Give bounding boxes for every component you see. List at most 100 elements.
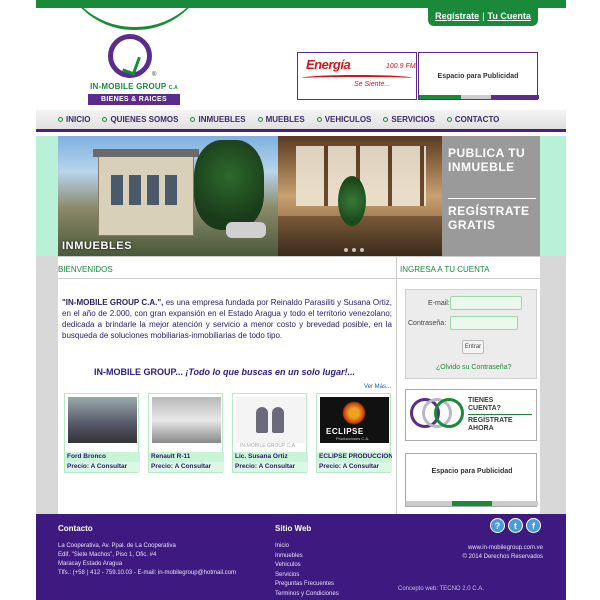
register-banner[interactable]: TIENES CUENTA? REGÍSTRATE AHORA (405, 389, 537, 441)
nav-item-vehiculos[interactable]: VEHICULOS (316, 115, 371, 124)
eclipse-logo-word: ECLIPSE (326, 427, 364, 436)
hero-slider[interactable]: INMUEBLES PUBLICA TU INMUEBLE REGÍSTRATE… (58, 136, 540, 256)
promo-divider (448, 198, 536, 199)
contact-title: Contacto (58, 524, 93, 533)
listing-price: Precio: A Consultar (317, 462, 392, 472)
slider-dot[interactable] (360, 248, 364, 252)
eclipse-logo-sub: Producciones C.A. (336, 436, 370, 441)
contact-address: La Cooperativa, Av. Ppal. de La Cooperat… (58, 543, 236, 576)
nav-item-quienes-somos[interactable]: QUIENES SOMOS (102, 115, 178, 124)
nav-item-servicios[interactable]: SERVICIOS (383, 115, 435, 124)
site-title: Sitio Web (275, 524, 312, 533)
login-button[interactable]: Entrar (462, 340, 484, 354)
register-cta: REGÍSTRATE AHORA (468, 417, 513, 432)
slider-dot[interactable] (352, 248, 356, 252)
password-label: Contraseña: (408, 320, 447, 327)
design-credit[interactable]: Concepto web: TECNO 2.0 C.A. (398, 586, 484, 592)
listing-image: ECLIPSE Producciones C.A. (320, 397, 389, 443)
bullet-icon (316, 117, 322, 122)
hero-side-right (540, 136, 566, 256)
footer-link-faq[interactable]: Preguntas Frecuentes (275, 580, 339, 590)
footer-link-servicios[interactable]: Servicios (275, 571, 339, 581)
side-panel-left (36, 256, 58, 514)
ad-banner-top[interactable]: Espacio para Publicidad (418, 52, 539, 100)
listing-price: Precio: A Consultar (149, 462, 224, 472)
radio-slogan: Se Siente... (354, 81, 391, 88)
footer-link-inmuebles[interactable]: Inmuebles (275, 552, 339, 562)
listing-title: Renault R-11 (149, 452, 224, 462)
radio-banner[interactable]: Energía 100.9 FM Se Siente... (297, 52, 417, 100)
slider-dot[interactable] (344, 248, 348, 252)
login-title: INGRESA A TU CUENTA (400, 265, 490, 274)
nav-item-contacto[interactable]: CONTACTO (446, 115, 499, 124)
site-links: Inicio Inmuebles Vehiculos Servicios Pre… (275, 542, 339, 599)
section-divider (58, 278, 396, 279)
account-link[interactable]: Tu Cuenta (488, 11, 531, 21)
hero-caption: INMUEBLES (62, 240, 133, 252)
listing-image (152, 397, 221, 443)
house-image (93, 149, 199, 236)
listing-title: Lic. Susana Ortiz (233, 452, 308, 462)
nav-item-inmuebles[interactable]: INMUEBLES (190, 115, 246, 124)
ring-icon (434, 398, 464, 428)
footer-site-info: www.in-mobilegroup.com.ve © 2014 Derecho… (438, 544, 543, 562)
email-field[interactable] (450, 296, 522, 310)
logo-registered: ® (152, 72, 157, 78)
login-form: E-mail: Contraseña: Entrar ¿Olvido su Co… (405, 289, 537, 379)
listing-price: Precio: A Consultar (65, 462, 140, 472)
main-nav: INICIO QUIENES SOMOS INMUEBLES MUEBLES V… (36, 110, 566, 132)
tree-image (194, 140, 264, 230)
ad-label: Espacio para Publicidad (431, 468, 513, 475)
listing-card[interactable]: Ford Bronco Precio: A Consultar (64, 393, 140, 473)
footer-link-vehiculos[interactable]: Vehiculos (275, 561, 339, 571)
listing-card[interactable]: Renault R-11 Precio: A Consultar (148, 393, 224, 473)
bullet-icon (383, 117, 389, 122)
bullet-icon (257, 117, 263, 122)
ad-banner-side[interactable]: Espacio para Publicidad (405, 453, 538, 507)
hero-image (58, 136, 442, 256)
footer-link-inicio[interactable]: Inicio (275, 542, 339, 552)
listing-card[interactable]: IN-MOBILE GROUP C.A Lic. Susana Ortiz Pr… (232, 393, 308, 473)
slider-dots (344, 248, 364, 252)
listing-image (68, 397, 137, 443)
logo-tagline: BIENES & RAICES (88, 94, 180, 105)
radio-name: Energía (306, 57, 351, 72)
listing-price: Precio: A Consultar (233, 462, 308, 472)
nav-item-muebles[interactable]: MUEBLES (257, 115, 305, 124)
auth-separator: | (482, 11, 485, 21)
rings-logo-icon (410, 394, 466, 438)
website-url[interactable]: www.in-mobilegroup.com.ve (438, 544, 543, 553)
radio-frequency: 100.9 FM (386, 63, 416, 70)
tagline: IN-MOBILE GROUP... ¡Todo lo que buscas e… (94, 367, 356, 377)
logo-name: IN-MOBILE GROUP C.A (90, 82, 178, 91)
listing-card[interactable]: ECLIPSE Producciones C.A. ECLIPSE PRODUC… (316, 393, 392, 473)
email-label: E-mail: (428, 300, 450, 307)
listing-title: ECLIPSE PRODUCCIONES (317, 452, 392, 462)
see-more-link[interactable]: Ver Más... (364, 384, 391, 390)
intro-text: "IN-MOBILE GROUP C.A.", es una empresa f… (62, 298, 392, 340)
login-divider (397, 278, 541, 279)
social-icons: ? t f (490, 518, 541, 533)
bullet-icon (446, 117, 452, 122)
person-icon (256, 407, 268, 433)
promo-panel[interactable]: PUBLICA TU INMUEBLE REGÍSTRATE GRATIS (442, 136, 540, 256)
password-field[interactable] (450, 316, 518, 330)
bullet-icon (58, 117, 63, 122)
forgot-password-link[interactable]: ¿Olvido su Contraseña? (436, 364, 511, 371)
contact-phone-email: Tlfs.: (+58 ) 412 - 759.10.03 - E-mail: … (58, 570, 236, 576)
register-link[interactable]: Regístrate (435, 11, 479, 21)
facebook-icon[interactable]: f (526, 518, 541, 533)
help-icon[interactable]: ? (490, 518, 505, 533)
logo-q-icon (108, 34, 152, 78)
nav-item-inicio[interactable]: INICIO (58, 115, 90, 124)
ad-label: Espacio para Publicidad (437, 72, 519, 80)
promo-publica: PUBLICA TU INMUEBLE (448, 146, 526, 174)
footer: Contacto La Cooperativa, Av. Ppal. de La… (36, 514, 566, 600)
twitter-icon[interactable]: t (508, 518, 523, 533)
header-arc (60, 0, 210, 30)
register-question: TIENES CUENTA? (468, 397, 501, 412)
plant-image (338, 176, 366, 226)
bullet-icon (190, 117, 196, 122)
footer-link-terms[interactable]: Terminos y Condiciones (275, 590, 339, 600)
logo[interactable]: ® IN-MOBILE GROUP C.A BIENES & RAICES (84, 30, 184, 106)
